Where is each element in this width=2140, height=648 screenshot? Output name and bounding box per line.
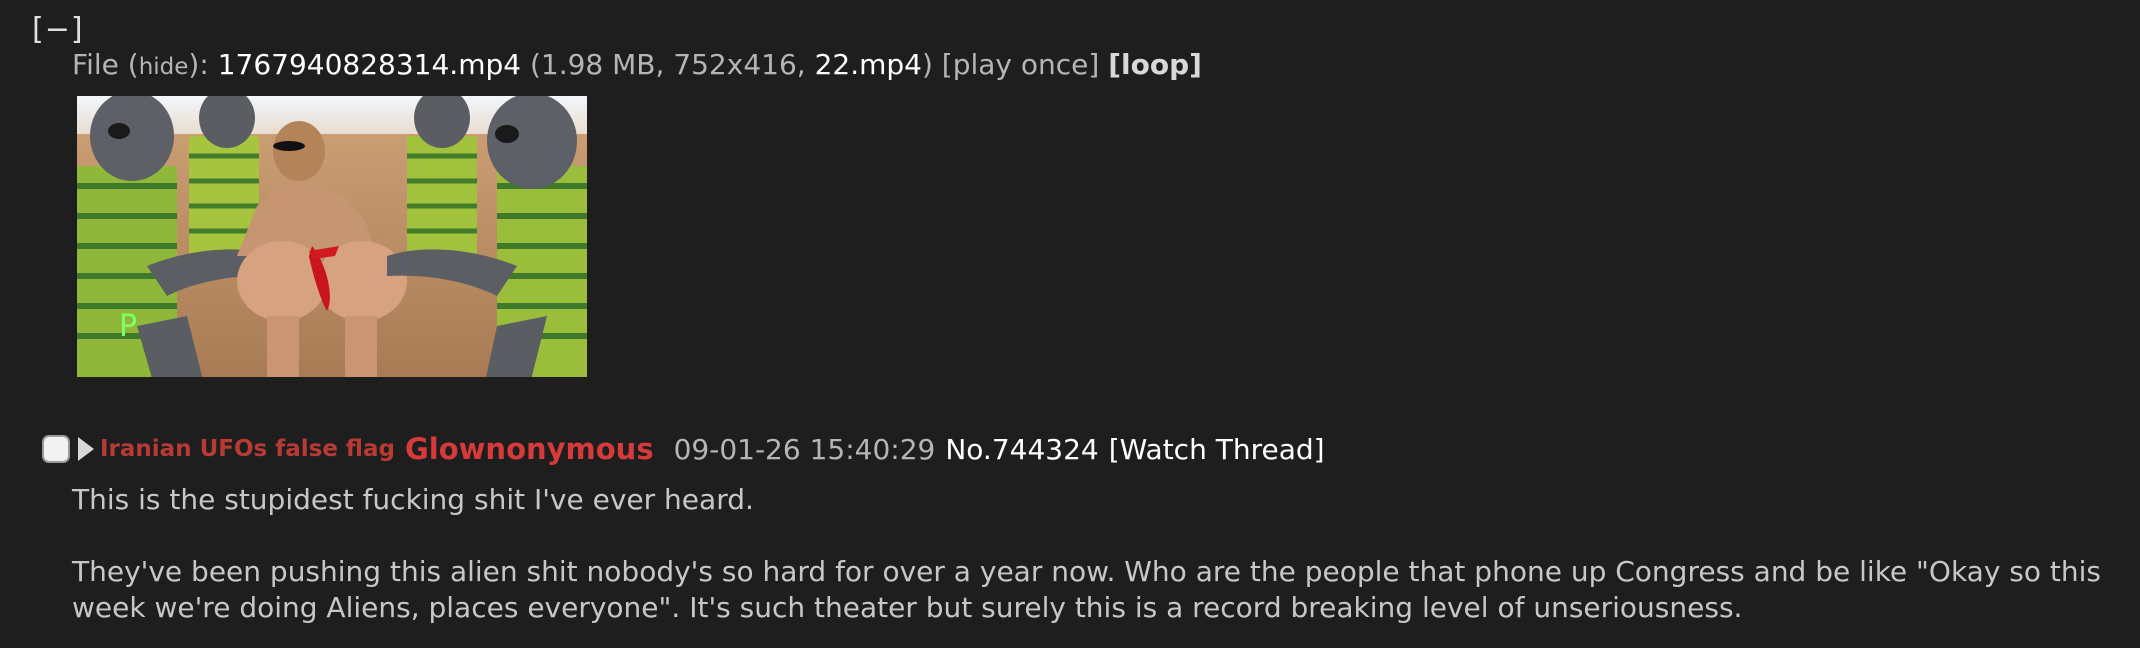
- post-select-checkbox[interactable]: [42, 435, 70, 463]
- file-size-close: ): [921, 48, 942, 81]
- file-info: File (hide): 1767940828314.mp4 (1.98 MB,…: [72, 48, 1202, 81]
- post-body-line-2: They've been pushing this alien shit nob…: [72, 555, 2102, 624]
- file-name-link[interactable]: 1767940828314.mp4: [218, 48, 521, 81]
- poster-name: Glownonymous: [404, 432, 654, 466]
- post-header: Iranian UFOs false flag Glownonymous 09-…: [42, 428, 1325, 470]
- post-number-link[interactable]: No.744324: [945, 433, 1098, 466]
- file-original-name-link[interactable]: 22.mp4: [815, 48, 922, 81]
- hide-file-link[interactable]: hide: [139, 54, 189, 80]
- watch-thread-link[interactable]: [Watch Thread]: [1109, 433, 1325, 466]
- file-size-open: (: [521, 48, 541, 81]
- hide-paren-close: ): [188, 48, 200, 81]
- video-thumbnail[interactable]: P: [77, 96, 587, 377]
- post-datetime: 09-01-26 15:40:29: [673, 432, 936, 466]
- file-size-dims: 1.98 MB, 752x416,: [540, 48, 815, 81]
- collapse-toggle[interactable]: [−]: [32, 12, 84, 47]
- post-menu-triangle-icon[interactable]: [78, 437, 94, 461]
- play-once-link[interactable]: [play once]: [942, 48, 1100, 81]
- loop-link[interactable]: [loop]: [1108, 48, 1202, 81]
- file-label: File: [72, 48, 128, 81]
- thumbnail-letter-mark: P: [119, 309, 137, 344]
- post-body: This is the stupidest fucking shit I've …: [72, 482, 2132, 626]
- post-body-line-1: This is the stupidest fucking shit I've …: [72, 483, 754, 516]
- file-colon: :: [199, 48, 218, 81]
- hide-paren-open: (: [127, 48, 139, 81]
- post-subject: Iranian UFOs false flag: [100, 436, 395, 462]
